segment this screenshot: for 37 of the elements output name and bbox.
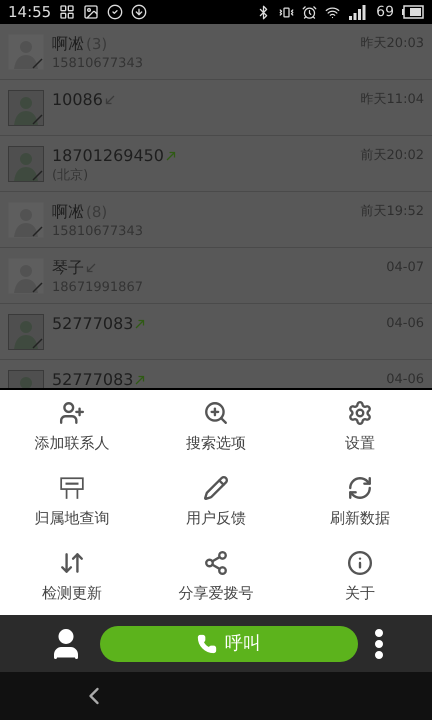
- menu-item[interactable]: 关于: [288, 540, 432, 615]
- phone-icon: [197, 634, 217, 654]
- signal-icon: [348, 4, 368, 20]
- caller-name: 52777083: [52, 370, 134, 388]
- pencil-icon: [203, 475, 229, 502]
- caller-name: 10086: [52, 90, 103, 110]
- share-icon: [203, 550, 229, 576]
- caller-name: 52777083: [52, 314, 134, 334]
- menu-item[interactable]: 检测更新: [0, 540, 144, 615]
- battery-icon: [402, 5, 424, 19]
- grid-icon: [59, 4, 76, 20]
- check-circle-icon: [107, 4, 124, 20]
- image-icon: [83, 4, 100, 20]
- menu-item[interactable]: 分享爱拨号: [144, 540, 288, 615]
- refresh-icon: [347, 475, 373, 502]
- vibrate-icon: [279, 4, 294, 20]
- caller-name: 啊凇: [52, 202, 84, 222]
- magnifier-plus-icon: [203, 400, 229, 426]
- alarm-icon: [302, 4, 318, 20]
- menu-item[interactable]: 设置: [288, 390, 432, 465]
- menu-item[interactable]: 添加联系人: [0, 390, 144, 465]
- clock: 14:55: [8, 2, 52, 23]
- info-icon: [347, 550, 373, 576]
- person-plus-icon: [59, 400, 85, 426]
- menu-item[interactable]: 刷新数据: [288, 465, 432, 540]
- settings-icon: [347, 400, 373, 426]
- caller-name: 啊凇: [52, 34, 84, 54]
- caller-name: 琴子: [52, 258, 84, 278]
- menu-item[interactable]: 搜索选项: [144, 390, 288, 465]
- download-icon: [131, 4, 148, 20]
- more-icon[interactable]: [374, 628, 384, 660]
- caller-name: 18701269450: [52, 146, 164, 166]
- menu-item[interactable]: 用户反馈: [144, 465, 288, 540]
- battery-level: 69: [376, 2, 394, 22]
- menu-item[interactable]: 归属地查询: [0, 465, 144, 540]
- wifi-icon: [325, 4, 340, 20]
- signboard-icon: [59, 475, 85, 502]
